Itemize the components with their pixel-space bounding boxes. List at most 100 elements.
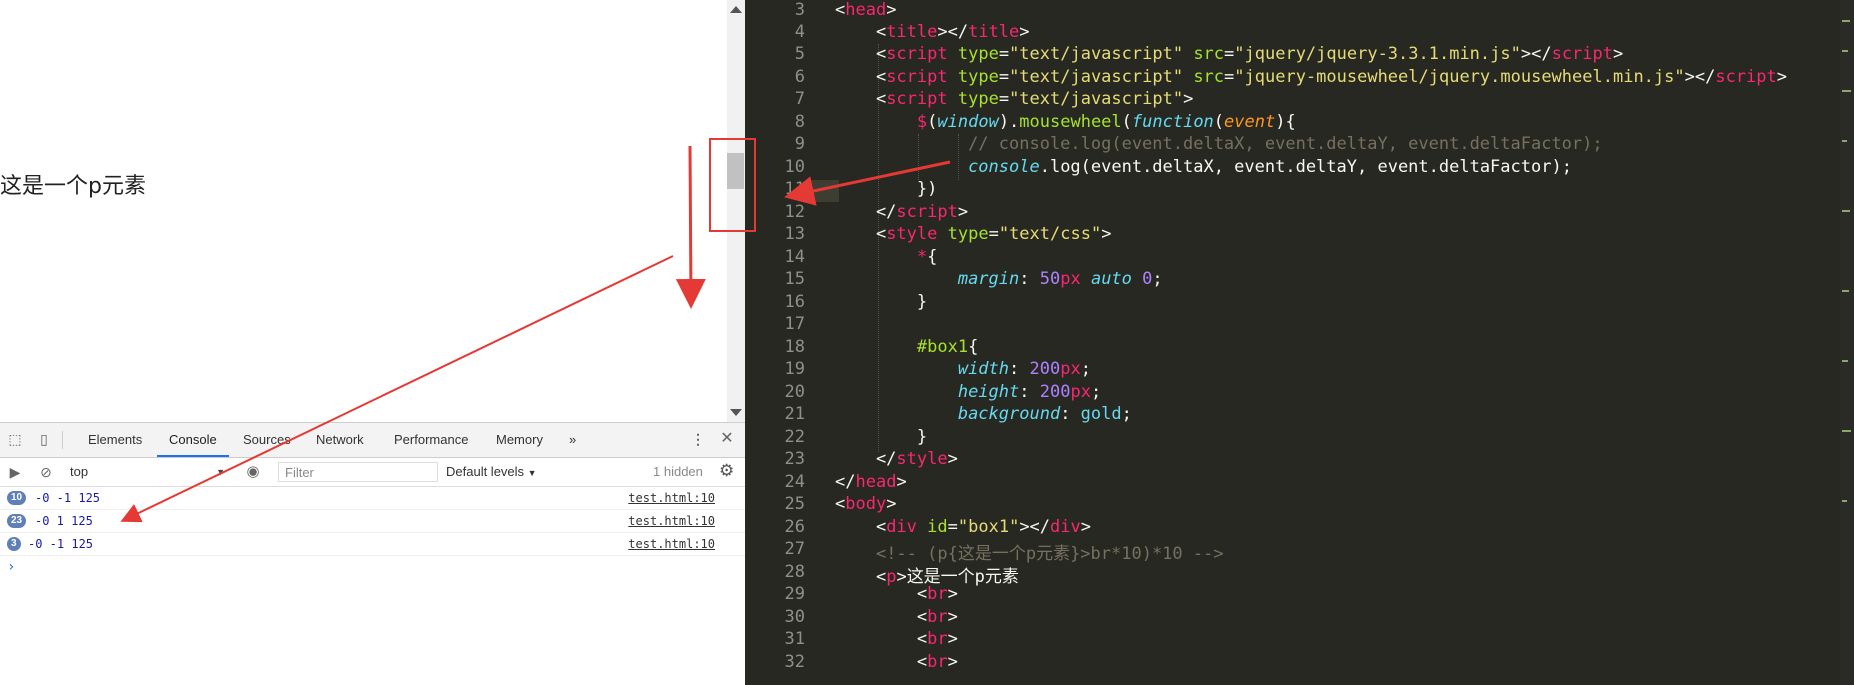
line-number: 32	[784, 652, 805, 672]
log-source-link[interactable]: test.html:10	[628, 537, 715, 551]
tab-memory[interactable]: Memory	[484, 423, 555, 457]
line-number: 14	[784, 247, 805, 267]
code-line: <title></title>	[835, 22, 1030, 42]
line-number: 8	[794, 112, 805, 132]
line-number: 22	[784, 427, 805, 447]
line-number: 20	[784, 382, 805, 402]
line-number: 26	[784, 517, 805, 537]
log-message: -0 -1 125	[28, 537, 94, 551]
kebab-menu-icon[interactable]: ⋮	[690, 431, 706, 447]
page-viewport: 这是一个p元素	[0, 0, 727, 422]
line-number: 31	[784, 629, 805, 649]
log-source-link[interactable]: test.html:10	[628, 514, 715, 528]
log-source-link[interactable]: test.html:10	[628, 491, 715, 505]
code-line: <body>	[835, 494, 897, 514]
line-number: 21	[784, 404, 805, 424]
device-toolbar-icon[interactable]: ▯	[36, 431, 52, 447]
minimap-line	[1842, 290, 1849, 292]
sidebar-toggle-icon[interactable]: ▶	[7, 464, 23, 480]
repeat-count-badge: 3	[7, 537, 21, 551]
minimap-line	[1842, 500, 1847, 502]
tab-performance[interactable]: Performance	[382, 423, 480, 457]
inspect-element-icon[interactable]: ⬚	[7, 431, 23, 447]
code-line: <!-- (p{这是一个p元素}>br*10)*10 -->	[875, 544, 1224, 564]
repeat-count-badge: 10	[7, 491, 27, 505]
code-line: <style type="text/css">	[835, 224, 1112, 244]
code-line: <br>	[835, 629, 958, 649]
tab-elements[interactable]: Elements	[76, 423, 154, 457]
devtools-panel: ⬚ ▯ Elements Console Sources Network Per…	[0, 422, 745, 685]
log-row: 10 -0 -1 125 test.html:10	[0, 487, 745, 510]
code-line: <script type="text/javascript">	[835, 89, 1194, 109]
clear-console-icon[interactable]: ⊘	[38, 464, 54, 480]
minimap-line	[1842, 20, 1850, 22]
scroll-down-arrow-icon[interactable]	[730, 409, 742, 416]
log-levels-label: Default levels	[446, 464, 525, 479]
filter-input[interactable]	[278, 462, 438, 482]
code-line: $(window).mousewheel(function(event){	[916, 112, 1296, 132]
repeat-count-badge: 23	[7, 514, 27, 528]
context-value: top	[70, 464, 89, 479]
line-number: 24	[784, 472, 805, 492]
chevron-down-icon: ▼	[216, 467, 225, 477]
chevron-down-icon: ▼	[527, 468, 537, 478]
scroll-up-arrow-icon[interactable]	[730, 6, 742, 13]
page-paragraph: 这是一个p元素	[0, 174, 146, 199]
gear-icon[interactable]: ⚙	[719, 461, 734, 481]
tab-network[interactable]: Network	[304, 423, 376, 457]
code-line: <div id="box1"></div>	[835, 517, 1091, 537]
line-number: 19	[784, 359, 805, 379]
more-tabs-icon[interactable]: »	[557, 423, 588, 457]
code-editor[interactable]: 3 4 5 6 7 8 9 10 11 12 13 14 15 16 17 18…	[745, 0, 1854, 685]
line-number: 16	[784, 292, 805, 312]
log-row: 23 -0 1 125 test.html:10	[0, 510, 745, 533]
code-line: <script type="text/javascript" src="jque…	[835, 44, 1624, 64]
line-number: 15	[784, 269, 805, 289]
code-line: <br>	[835, 607, 958, 627]
line-number: 27	[784, 539, 805, 559]
tab-console[interactable]: Console	[157, 423, 229, 457]
code-line: <script type="text/javascript" src="jque…	[835, 67, 1788, 87]
line-number-gutter: 3 4 5 6 7 8 9 10 11 12 13 14 15 16 17 18…	[745, 0, 811, 685]
divider	[62, 431, 63, 449]
code-line: #box1{	[916, 337, 979, 357]
line-number: 18	[784, 337, 805, 357]
line-number: 3	[794, 0, 805, 20]
tab-sources[interactable]: Sources	[231, 423, 303, 457]
code-line: margin: 50px auto 0;	[957, 269, 1163, 289]
code-line: }	[835, 427, 928, 447]
code-line: </script>	[835, 202, 969, 222]
code-line: </head>	[835, 472, 907, 492]
line-number: 23	[784, 449, 805, 469]
browser-window: 这是一个p元素 ⬚ ▯ Elements Console Sources Net…	[0, 0, 745, 685]
code-line: width: 200px;	[957, 359, 1091, 379]
console-output: 10 -0 -1 125 test.html:10 23 -0 1 125 te…	[0, 487, 745, 575]
code-line: </style>	[835, 449, 958, 469]
line-number: 17	[784, 314, 805, 334]
code-line: }	[835, 292, 928, 312]
console-prompt[interactable]: ›	[7, 559, 15, 575]
context-selector[interactable]: top ▼	[70, 463, 225, 481]
minimap-line	[1842, 140, 1847, 142]
code-line: *{	[916, 247, 938, 267]
console-toolbar: ▶ ⊘ top ▼ ◉ Default levels ▼ 1 hidden ⚙	[0, 458, 745, 487]
line-number: 7	[794, 89, 805, 109]
code-line: height: 200px;	[957, 382, 1102, 402]
hidden-count: 1 hidden	[653, 464, 703, 479]
code-line: <head>	[835, 0, 897, 20]
eye-icon[interactable]: ◉	[245, 464, 261, 480]
editor-minimap[interactable]	[1840, 0, 1854, 685]
code-line: })	[835, 179, 938, 199]
line-number: 6	[794, 67, 805, 87]
line-number: 4	[794, 22, 805, 42]
minimap-line	[1842, 360, 1848, 362]
log-levels-dropdown[interactable]: Default levels ▼	[446, 463, 537, 481]
code-line: <br>	[835, 584, 958, 604]
code-line: background: gold;	[957, 404, 1132, 424]
minimap-line	[1842, 50, 1848, 52]
close-icon[interactable]: ✕	[719, 431, 735, 447]
code-line: // console.log(event.deltaX, event.delta…	[968, 134, 1603, 154]
line-number: 28	[784, 562, 805, 582]
minimap-line	[1842, 430, 1851, 432]
annotation-highlight-box	[709, 138, 756, 232]
